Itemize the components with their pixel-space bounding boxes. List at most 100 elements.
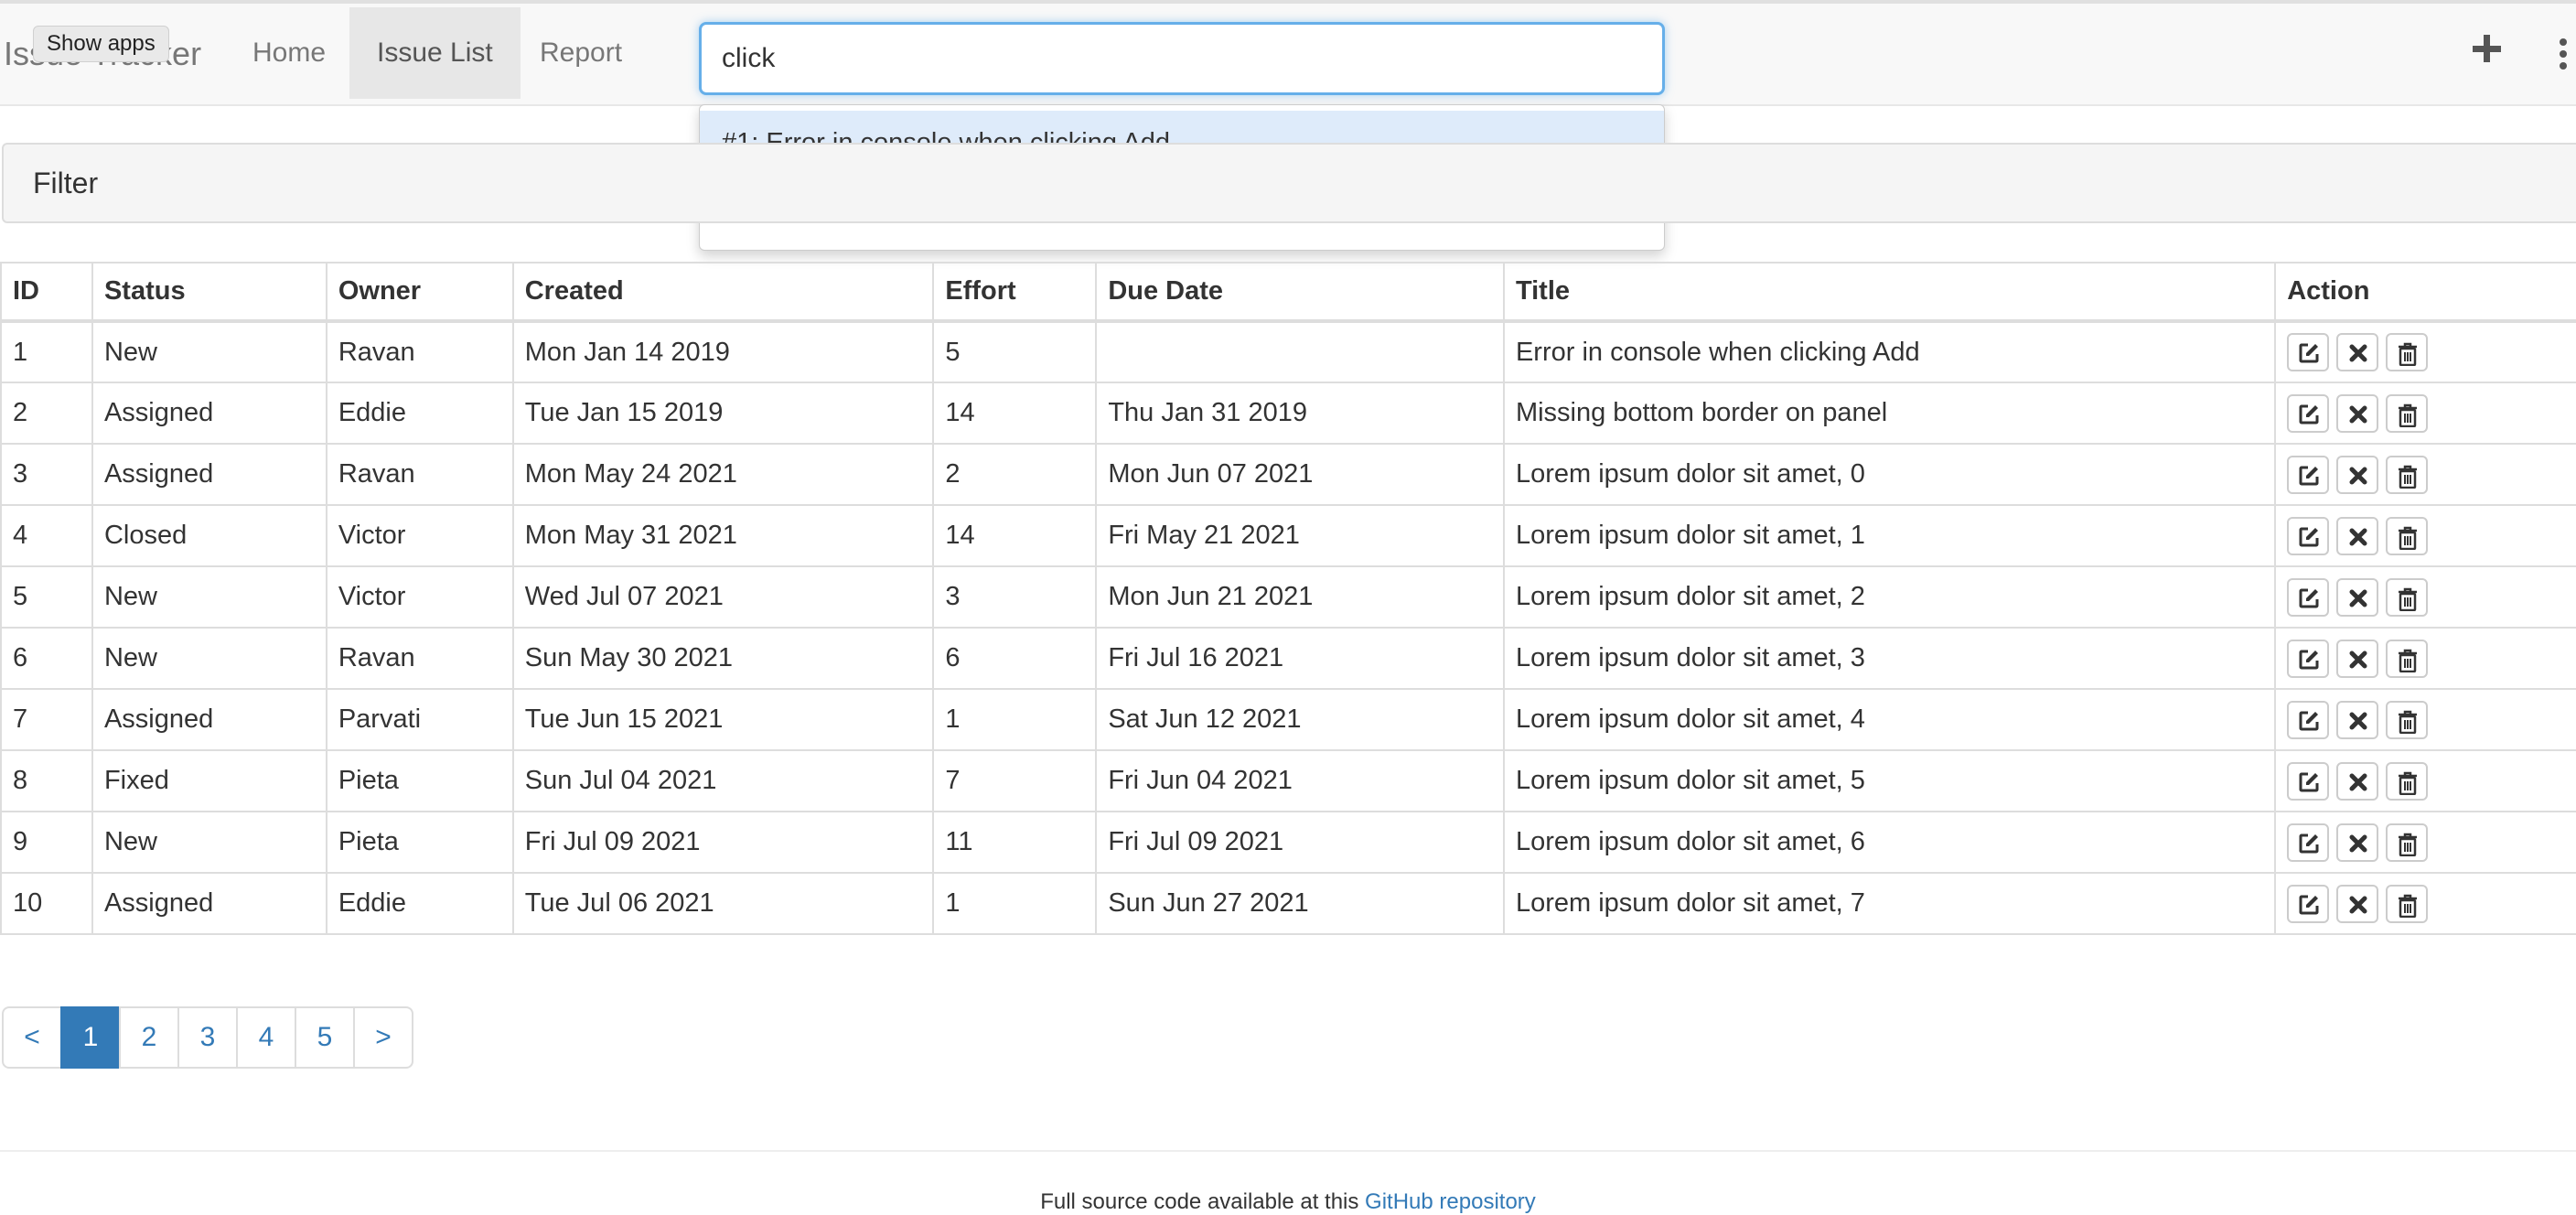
close-button[interactable]: [2336, 577, 2379, 617]
cell-action: [2274, 627, 2576, 690]
edit-button[interactable]: [2287, 577, 2330, 617]
cell-action: [2274, 443, 2576, 506]
trash-button[interactable]: [2386, 639, 2429, 678]
close-button[interactable]: [2336, 761, 2379, 801]
table-row[interactable]: 3 Assigned Ravan Mon May 24 2021 2 Mon Jun 07…: [0, 443, 2576, 506]
trash-button[interactable]: [2386, 761, 2429, 801]
table-row[interactable]: 10 Assigned Eddie Tue Jul 06 2021 1 Sun Jun 2…: [0, 872, 2576, 935]
edit-button[interactable]: [2287, 333, 2330, 371]
trash-button[interactable]: [2386, 577, 2429, 617]
table-body: 1 New Ravan Mon Jan 14 2019 5 Error in consol…: [0, 320, 2576, 935]
cell-created: Tue Jul 06 2021: [511, 872, 935, 935]
edit-button[interactable]: [2287, 393, 2330, 433]
table-row[interactable]: 5 New Victor Wed Jul 07 2021 3 Mon Jun 21 202…: [0, 565, 2576, 629]
cell-owner: Eddie: [325, 872, 514, 935]
cell-id: 7: [0, 688, 93, 751]
cell-due-date: [1095, 320, 1505, 383]
edit-button[interactable]: [2287, 823, 2330, 862]
edit-button[interactable]: [2287, 639, 2330, 678]
cell-due-date: Fri May 21 2021: [1095, 504, 1505, 567]
close-button[interactable]: [2336, 884, 2379, 923]
close-button[interactable]: [2336, 700, 2379, 739]
nav-home[interactable]: Home: [225, 7, 353, 99]
trash-button[interactable]: [2386, 393, 2429, 433]
page-next[interactable]: >: [353, 1006, 413, 1069]
edit-button[interactable]: [2287, 884, 2330, 923]
cell-action: [2274, 872, 2576, 935]
table-row[interactable]: 7 Assigned Parvati Tue Jun 15 2021 1 Sat Jun …: [0, 688, 2576, 751]
cell-title: Lorem ipsum dolor sit amet, 4: [1502, 688, 2277, 751]
page-prev[interactable]: <: [2, 1006, 62, 1069]
edit-button[interactable]: [2287, 761, 2330, 801]
column-header-owner: Owner: [325, 262, 514, 322]
cell-created: Mon May 24 2021: [511, 443, 935, 506]
cell-status: Closed: [91, 504, 327, 567]
search-input[interactable]: [702, 25, 1662, 92]
cell-action: [2274, 504, 2576, 567]
nav-issue-list[interactable]: Issue List: [349, 7, 521, 99]
cell-action: [2274, 565, 2576, 629]
cell-effort: 3: [932, 565, 1098, 629]
column-header-effort: Effort: [932, 262, 1098, 322]
cell-status: New: [91, 627, 327, 690]
page-1[interactable]: 1: [60, 1006, 121, 1069]
table-row[interactable]: 4 Closed Victor Mon May 31 2021 14 Fri May 21…: [0, 504, 2576, 567]
github-link[interactable]: GitHub repository: [1365, 1189, 1536, 1214]
cell-owner: Ravan: [325, 443, 514, 506]
page-3[interactable]: 3: [177, 1006, 238, 1069]
filter-toggle[interactable]: Filter: [33, 167, 98, 200]
edit-button[interactable]: [2287, 455, 2330, 494]
cell-due-date: Fri Jul 16 2021: [1095, 627, 1505, 690]
table-row[interactable]: 2 Assigned Eddie Tue Jan 15 2019 14 Thu Jan 3…: [0, 382, 2576, 445]
cell-status: Assigned: [91, 872, 327, 935]
kebab-menu-icon[interactable]: [2558, 38, 2569, 70]
close-button[interactable]: [2336, 516, 2379, 555]
cell-created: Fri Jul 09 2021: [511, 811, 935, 874]
cell-owner: Victor: [325, 504, 514, 567]
column-header-due-date: Due Date: [1095, 262, 1505, 322]
trash-button[interactable]: [2386, 455, 2429, 494]
edit-button[interactable]: [2287, 516, 2330, 555]
cell-status: Fixed: [91, 749, 327, 812]
table-row[interactable]: 6 New Ravan Sun May 30 2021 6 Fri Jul 16 2021…: [0, 627, 2576, 690]
cell-title: Missing bottom border on panel: [1502, 382, 2277, 445]
cell-id: 2: [0, 382, 93, 445]
cell-action: [2274, 811, 2576, 874]
cell-title: Lorem ipsum dolor sit amet, 2: [1502, 565, 2277, 629]
cell-id: 8: [0, 749, 93, 812]
column-header-status: Status: [91, 262, 327, 322]
close-button[interactable]: [2336, 333, 2379, 371]
column-header-id: ID: [0, 262, 93, 322]
trash-button[interactable]: [2386, 333, 2429, 371]
close-button[interactable]: [2336, 823, 2379, 862]
cell-created: Wed Jul 07 2021: [511, 565, 935, 629]
page-2[interactable]: 2: [119, 1006, 179, 1069]
plus-icon[interactable]: [2470, 33, 2503, 66]
trash-button[interactable]: [2386, 823, 2429, 862]
table-row[interactable]: 1 New Ravan Mon Jan 14 2019 5 Error in consol…: [0, 320, 2576, 383]
page-4[interactable]: 4: [236, 1006, 296, 1069]
cell-action: [2274, 749, 2576, 812]
cell-due-date: Sat Jun 12 2021: [1095, 688, 1505, 751]
cell-due-date: Sun Jun 27 2021: [1095, 872, 1505, 935]
cell-title: Lorem ipsum dolor sit amet, 3: [1502, 627, 2277, 690]
cell-status: Assigned: [91, 382, 327, 445]
trash-button[interactable]: [2386, 700, 2429, 739]
cell-effort: 11: [932, 811, 1098, 874]
cell-owner: Pieta: [325, 811, 514, 874]
trash-button[interactable]: [2386, 884, 2429, 923]
trash-button[interactable]: [2386, 516, 2429, 555]
table-row[interactable]: 8 Fixed Pieta Sun Jul 04 2021 7 Fri Jun 04 20…: [0, 749, 2576, 812]
filter-panel: Filter: [2, 143, 2576, 223]
cell-id: 9: [0, 811, 93, 874]
close-button[interactable]: [2336, 639, 2379, 678]
cell-due-date: Fri Jul 09 2021: [1095, 811, 1505, 874]
nav-report[interactable]: Report: [512, 7, 649, 99]
page-5[interactable]: 5: [295, 1006, 355, 1069]
edit-button[interactable]: [2287, 700, 2330, 739]
cell-effort: 1: [932, 872, 1098, 935]
close-button[interactable]: [2336, 455, 2379, 494]
table-row[interactable]: 9 New Pieta Fri Jul 09 2021 11 Fri Jul 09 202…: [0, 811, 2576, 874]
issue-table: ID Status Owner Created Effort Due Date …: [0, 262, 2576, 935]
close-button[interactable]: [2336, 393, 2379, 433]
